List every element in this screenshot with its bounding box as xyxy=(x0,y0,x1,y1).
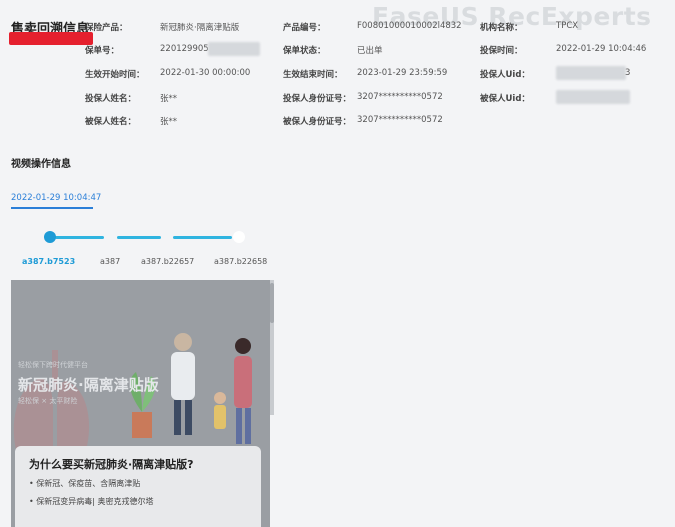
holder-uid-label: 投保人Uid： xyxy=(480,70,530,80)
policy-no-blur xyxy=(208,42,260,56)
step-track-1 xyxy=(55,236,104,239)
policy-no-value: 220129905 xyxy=(160,44,209,54)
end-label: 生效结束时间： xyxy=(283,70,343,80)
holder-id-label: 投保人身份证号： xyxy=(283,94,352,104)
policy-no-label: 保单号： xyxy=(85,46,120,56)
end-value: 2023-01-29 23:59:59 xyxy=(357,68,448,78)
step-dot-end[interactable] xyxy=(233,231,245,243)
step-label-1[interactable]: a387.b7523 xyxy=(22,257,75,266)
step-label-2[interactable]: a387 xyxy=(100,257,120,266)
video-info-card: 为什么要买新冠肺炎·隔离津贴版? • 保新冠、保疫苗、含隔离津贴 • 保新冠变异… xyxy=(15,446,261,527)
insure-time-label: 投保时间： xyxy=(480,46,523,56)
policy-status-value: 已出单 xyxy=(357,46,383,56)
insured-name-value: 张** xyxy=(160,117,178,127)
video-caption-big: 新冠肺炎·隔离津贴版 xyxy=(18,376,159,394)
org-value: TPCX xyxy=(556,21,579,31)
step-dot-active[interactable] xyxy=(44,231,56,243)
tab-date[interactable]: 2022-01-29 10:04:47 xyxy=(11,193,101,203)
video-card-title: 为什么要买新冠肺炎·隔离津贴版? xyxy=(29,458,194,471)
scrollbar-thumb[interactable] xyxy=(270,283,274,323)
video-card-bullet-1: • 保新冠、保疫苗、含隔离津贴 xyxy=(29,479,141,488)
insure-time-value: 2022-01-29 10:04:46 xyxy=(556,44,647,54)
product-no-value: F00801000010002l4832 xyxy=(357,21,462,31)
insured-uid-blur xyxy=(556,90,630,104)
holder-name-value: 张** xyxy=(160,94,178,104)
holder-uid-blur xyxy=(556,66,626,80)
video-caption-small: 轻松保下跨时代健平台 xyxy=(18,361,88,369)
holder-id-value: 3207**********0572 xyxy=(357,92,443,102)
product-value: 新冠肺炎·隔离津贴版 xyxy=(160,23,240,33)
red-redaction-mark xyxy=(9,32,93,45)
tab-date-underline xyxy=(11,207,93,209)
insured-id-value: 3207**********0572 xyxy=(357,115,443,125)
step-label-3[interactable]: a387.b22657 xyxy=(141,257,194,266)
video-section-title: 视频操作信息 xyxy=(11,159,71,170)
step-label-4[interactable]: a387.b22658 xyxy=(214,257,267,266)
product-label: 保险产品： xyxy=(85,23,128,33)
video-caption-brand: 轻松保 × 太平财险 xyxy=(18,397,78,405)
step-track-3 xyxy=(173,236,232,239)
start-value: 2022-01-30 00:00:00 xyxy=(160,68,251,78)
start-label: 生效开始时间： xyxy=(85,70,145,80)
org-label: 机构名称： xyxy=(480,23,523,33)
holder-name-label: 投保人姓名： xyxy=(85,94,137,104)
policy-status-label: 保单状态： xyxy=(283,46,326,56)
insured-id-label: 被保人身份证号： xyxy=(283,117,352,127)
holder-uid-value: 3 xyxy=(625,68,631,78)
step-track-2 xyxy=(117,236,161,239)
product-no-label: 产品编号： xyxy=(283,23,326,33)
video-card-bullet-2: • 保新冠变异病毒| 奥密克戎德尔塔 xyxy=(29,497,154,506)
insured-name-label: 被保人姓名： xyxy=(85,117,137,127)
insured-uid-label: 被保人Uid： xyxy=(480,94,530,104)
